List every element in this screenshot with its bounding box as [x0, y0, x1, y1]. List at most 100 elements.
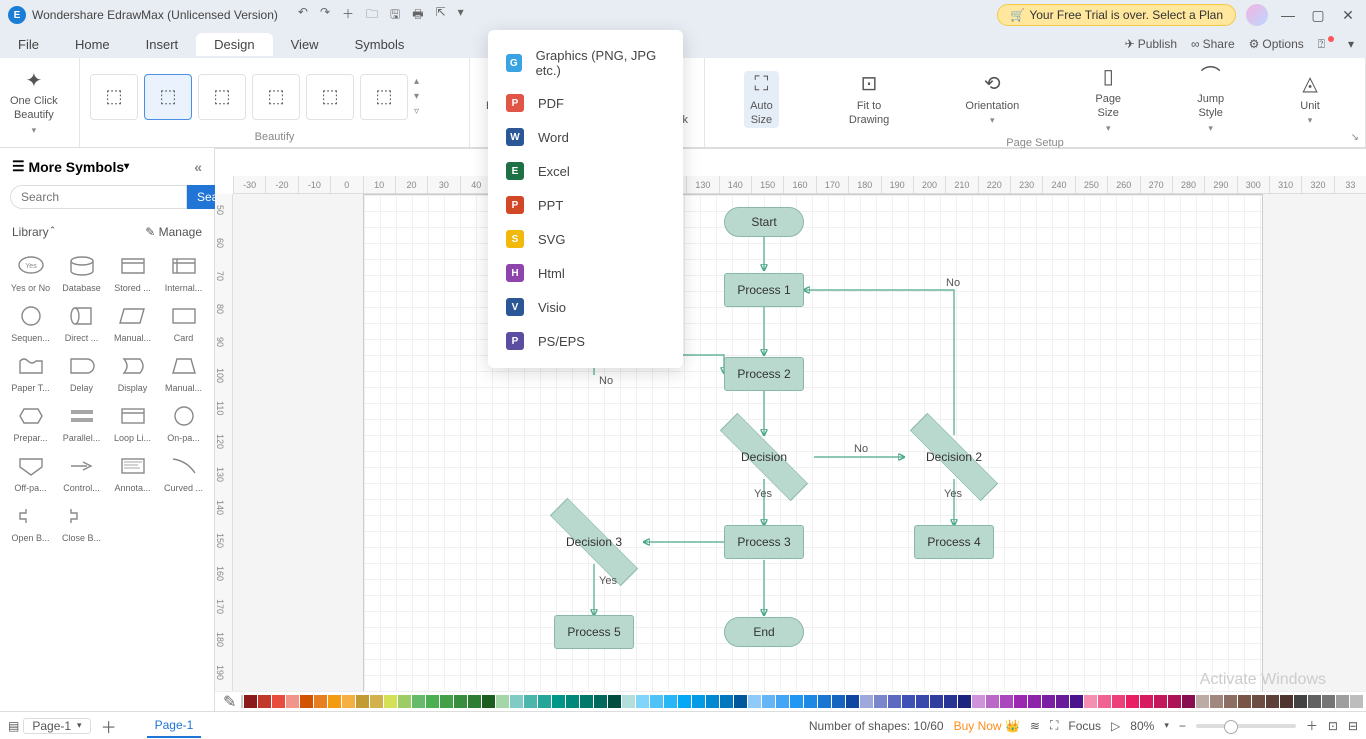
color-swatch[interactable]: [1280, 695, 1293, 708]
zoom-level[interactable]: 80%: [1130, 719, 1154, 733]
color-swatch[interactable]: [916, 695, 929, 708]
export-item-graphicspngjpgetc[interactable]: GGraphics (PNG, JPG etc.): [488, 40, 683, 86]
color-swatch[interactable]: [1070, 695, 1083, 708]
color-swatch[interactable]: [412, 695, 425, 708]
export-item-word[interactable]: WWord: [488, 120, 683, 154]
one-click-beautify-button[interactable]: ✦One Click Beautify: [10, 68, 58, 137]
color-swatch[interactable]: [398, 695, 411, 708]
color-swatch[interactable]: [972, 695, 985, 708]
search-input[interactable]: [10, 185, 187, 209]
color-swatch[interactable]: [664, 695, 677, 708]
fit-page-icon[interactable]: ⊡: [1328, 719, 1338, 733]
color-swatch[interactable]: [244, 695, 257, 708]
color-swatch[interactable]: [706, 695, 719, 708]
color-swatch[interactable]: [860, 695, 873, 708]
close-icon[interactable]: ✕: [1338, 7, 1358, 24]
shape-database[interactable]: Database: [57, 249, 106, 293]
redo-icon[interactable]: ↷: [320, 5, 330, 26]
style-thumbnail-4[interactable]: ⬚: [252, 74, 300, 120]
color-swatch[interactable]: [496, 695, 509, 708]
eyedropper-icon[interactable]: ✎: [223, 692, 236, 712]
shape-manual[interactable]: Manual...: [159, 349, 208, 393]
shape-loopli[interactable]: Loop Li...: [108, 399, 157, 443]
no-color-swatch[interactable]: [241, 695, 243, 708]
notification-icon[interactable]: ⍰: [1318, 37, 1334, 52]
fit-to-drawing-button[interactable]: ⊡Fit to Drawing: [843, 71, 895, 128]
node-process2[interactable]: Process 2: [724, 357, 804, 391]
presentation-icon[interactable]: ▷: [1111, 719, 1120, 733]
color-swatch[interactable]: [314, 695, 327, 708]
color-swatch[interactable]: [776, 695, 789, 708]
layers-icon[interactable]: ≋: [1030, 719, 1040, 733]
color-swatch[interactable]: [678, 695, 691, 708]
color-swatch[interactable]: [482, 695, 495, 708]
shape-stored[interactable]: Stored ...: [108, 249, 157, 293]
color-swatch[interactable]: [1140, 695, 1153, 708]
manage-library-button[interactable]: ✎ Manage: [145, 225, 202, 239]
share-button[interactable]: ∞ Share: [1191, 37, 1235, 52]
color-swatch[interactable]: [426, 695, 439, 708]
node-end[interactable]: End: [724, 617, 804, 647]
menu-view[interactable]: View: [273, 33, 337, 56]
shape-openb[interactable]: Open B...: [6, 499, 55, 543]
node-process5[interactable]: Process 5: [554, 615, 634, 649]
zoom-in-button[interactable]: ＋: [1306, 717, 1318, 734]
node-process1[interactable]: Process 1: [724, 273, 804, 307]
node-decision3[interactable]: Decision 3: [544, 520, 644, 564]
node-process4[interactable]: Process 4: [914, 525, 994, 559]
color-swatch[interactable]: [286, 695, 299, 708]
color-swatch[interactable]: [622, 695, 635, 708]
fit-width-icon[interactable]: ⊟: [1348, 719, 1358, 733]
export-item-excel[interactable]: EExcel: [488, 154, 683, 188]
color-swatch[interactable]: [1028, 695, 1041, 708]
color-swatch[interactable]: [790, 695, 803, 708]
color-swatch[interactable]: [608, 695, 621, 708]
node-process3[interactable]: Process 3: [724, 525, 804, 559]
color-swatch[interactable]: [384, 695, 397, 708]
save-icon[interactable]: 🖫: [390, 5, 400, 26]
color-swatch[interactable]: [328, 695, 341, 708]
color-swatch[interactable]: [1294, 695, 1307, 708]
color-swatch[interactable]: [370, 695, 383, 708]
export-item-html[interactable]: HHtml: [488, 256, 683, 290]
shape-offpa[interactable]: Off-pa...: [6, 449, 55, 493]
style-thumbnail-5[interactable]: ⬚: [306, 74, 354, 120]
color-swatch[interactable]: [692, 695, 705, 708]
menu-symbols[interactable]: Symbols: [337, 33, 423, 56]
shape-yesorno[interactable]: YesYes or No: [6, 249, 55, 293]
color-swatch[interactable]: [468, 695, 481, 708]
export-item-ppt[interactable]: PPPT: [488, 188, 683, 222]
print-icon[interactable]: 🖶: [412, 5, 423, 26]
color-swatch[interactable]: [1014, 695, 1027, 708]
trial-banner[interactable]: 🛒 Your Free Trial is over. Select a Plan: [997, 4, 1236, 26]
shape-control[interactable]: Control...: [57, 449, 106, 493]
menu-more-icon[interactable]: ▾: [1348, 37, 1354, 52]
menu-design[interactable]: Design: [196, 33, 272, 56]
maximize-icon[interactable]: ▢: [1308, 7, 1328, 24]
export-item-svg[interactable]: SSVG: [488, 222, 683, 256]
menu-insert[interactable]: Insert: [128, 33, 197, 56]
export-item-visio[interactable]: VVisio: [488, 290, 683, 324]
color-swatch[interactable]: [342, 695, 355, 708]
color-swatch[interactable]: [846, 695, 859, 708]
color-swatch[interactable]: [1224, 695, 1237, 708]
zoom-slider[interactable]: [1196, 724, 1296, 728]
style-scroll-up-icon[interactable]: ▴: [414, 76, 419, 87]
color-swatch[interactable]: [734, 695, 747, 708]
color-swatch[interactable]: [762, 695, 775, 708]
style-thumbnail-1[interactable]: ⬚: [90, 74, 138, 120]
shape-card[interactable]: Card: [159, 299, 208, 343]
color-swatch[interactable]: [804, 695, 817, 708]
color-swatch[interactable]: [356, 695, 369, 708]
color-swatch[interactable]: [1196, 695, 1209, 708]
buy-now-link[interactable]: Buy Now 👑: [954, 719, 1020, 733]
page-size-button[interactable]: ▯Page Size: [1089, 64, 1127, 135]
shape-prepar[interactable]: Prepar...: [6, 399, 55, 443]
shape-display[interactable]: Display: [108, 349, 157, 393]
collapse-panel-icon[interactable]: «: [194, 159, 202, 175]
color-swatch[interactable]: [958, 695, 971, 708]
color-swatch[interactable]: [650, 695, 663, 708]
color-swatch[interactable]: [832, 695, 845, 708]
color-swatch[interactable]: [1154, 695, 1167, 708]
outline-view-icon[interactable]: ▤: [8, 719, 19, 733]
